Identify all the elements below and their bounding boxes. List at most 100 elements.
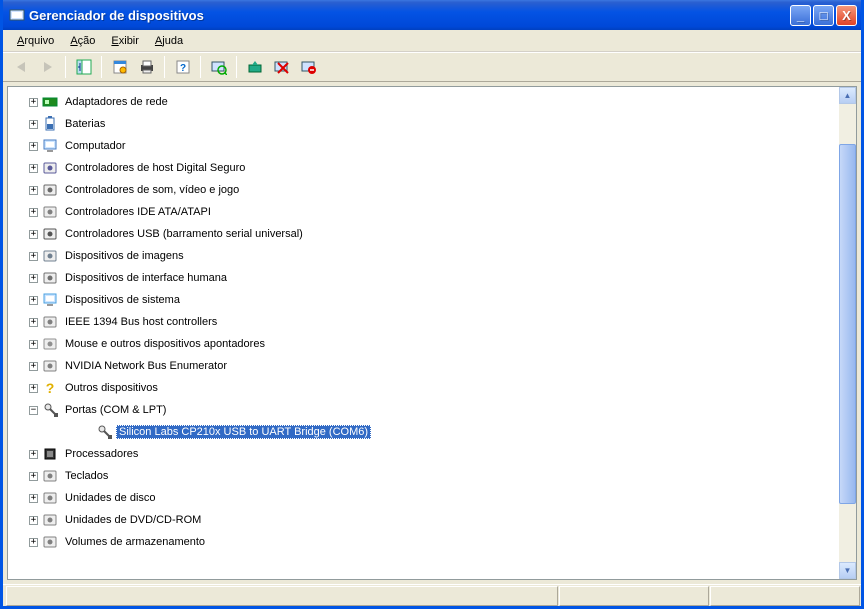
expander-icon[interactable]: + [29,472,38,481]
tree-node[interactable]: + Controladores de host Digital Seguro [16,157,839,179]
tree-node[interactable]: + Baterias [16,113,839,135]
tree-node-label: NVIDIA Network Bus Enumerator [62,359,230,373]
scroll-track[interactable] [839,104,856,562]
tree-node[interactable]: + NVIDIA Network Bus Enumerator [16,355,839,377]
toolbar-forward-button [36,56,59,78]
keyboard-icon [42,468,58,484]
scroll-down-button[interactable]: ▼ [839,562,856,579]
expander-icon[interactable]: + [29,120,38,129]
tree-node[interactable]: + Controladores USB (barramento serial un… [16,223,839,245]
tree-node-label: Controladores USB (barramento serial uni… [62,227,306,241]
tree-node-label: Dispositivos de imagens [62,249,187,263]
menu-arquivo[interactable]: Arquivo [9,33,62,49]
device-manager-window: Gerenciador de dispositivos _ □ X Arquiv… [0,0,864,609]
expander-icon[interactable]: + [29,252,38,261]
toolbar-update-driver-button[interactable] [243,56,266,78]
toolbar-separator [236,56,237,78]
tree-node-label: Controladores IDE ATA/ATAPI [62,205,214,219]
toolbar-separator [101,56,102,78]
titlebar[interactable]: Gerenciador de dispositivos _ □ X [3,0,861,30]
tree-node[interactable]: + Controladores IDE ATA/ATAPI [16,201,839,223]
toolbar-properties-button[interactable] [108,56,131,78]
tree-node[interactable]: +Dispositivos de sistema [16,289,839,311]
expander-icon[interactable]: − [29,406,38,415]
sound-icon [42,182,58,198]
menu-ajuda[interactable]: Ajuda [147,33,191,49]
expander-icon[interactable]: + [29,208,38,217]
tree-node[interactable]: + Processadores [16,443,839,465]
port-icon [96,424,112,440]
tree-node[interactable]: + Controladores de som, vídeo e jogo [16,179,839,201]
toolbar-uninstall-button[interactable] [297,56,320,78]
expander-icon[interactable]: + [29,516,38,525]
tree-node[interactable]: +Mouse e outros dispositivos apontadores [16,333,839,355]
imaging-icon [42,248,58,264]
tree-node[interactable]: + Volumes de armazenamento [16,531,839,553]
tree-node[interactable]: +Teclados [16,465,839,487]
toolbar-disable-button[interactable] [270,56,293,78]
device-tree[interactable]: + Adaptadores de rede + Baterias + Computador… [8,87,839,579]
expander-icon[interactable]: + [29,164,38,173]
tree-container: + Adaptadores de rede + Baterias + Computador… [7,86,857,580]
tree-node-label: Volumes de armazenamento [62,535,208,549]
expander-icon[interactable]: + [29,186,38,195]
expander-icon[interactable]: + [29,98,38,107]
expander-icon[interactable]: + [29,450,38,459]
nvidia-icon [42,358,58,374]
tree-node[interactable]: + IEEE 1394 Bus host controllers [16,311,839,333]
menu-acao[interactable]: Ação [62,33,103,49]
expander-icon[interactable]: + [29,318,38,327]
tree-node-label: IEEE 1394 Bus host controllers [62,315,220,329]
toolbar-help-button[interactable]: ? [171,56,194,78]
window-controls: _ □ X [790,5,857,26]
tree-node-label: Portas (COM & LPT) [62,403,169,417]
tree-node[interactable]: +?Outros dispositivos [16,377,839,399]
expander-icon[interactable]: + [29,494,38,503]
tree-node[interactable]: − Portas (COM & LPT) [16,399,839,421]
content-area: + Adaptadores de rede + Baterias + Computador… [5,84,859,582]
svg-text:?: ? [179,63,185,74]
dvd-icon [42,512,58,528]
close-button[interactable]: X [836,5,857,26]
tree-node-label: Processadores [62,447,141,461]
tree-node-label: Adaptadores de rede [62,95,171,109]
expander-icon[interactable]: + [29,538,38,547]
svg-text:?: ? [46,380,55,396]
tree-node[interactable]: + Computador [16,135,839,157]
toolbar-print-button[interactable] [135,56,158,78]
battery-icon [42,116,58,132]
scroll-thumb[interactable] [839,144,856,504]
tree-node[interactable]: +Unidades de DVD/CD-ROM [16,509,839,531]
unknown-device-icon: ? [42,380,58,396]
tree-node-label: Controladores de host Digital Seguro [62,161,248,175]
mouse-icon [42,336,58,352]
expander-icon[interactable]: + [29,142,38,151]
tree-node[interactable]: + Adaptadores de rede [16,91,839,113]
system-device-icon [42,292,58,308]
tree-node-label: Computador [62,139,129,153]
vertical-scrollbar[interactable]: ▲ ▼ [839,87,856,579]
maximize-button[interactable]: □ [813,5,834,26]
tree-node[interactable]: + Dispositivos de imagens [16,245,839,267]
expander-icon[interactable]: + [29,340,38,349]
expander-icon[interactable]: + [29,296,38,305]
status-cell-3 [710,586,860,606]
expander-icon[interactable]: + [29,274,38,283]
expander-icon[interactable]: + [29,230,38,239]
tree-child-node[interactable]: Silicon Labs CP210x USB to UART Bridge (… [16,421,839,443]
minimize-button[interactable]: _ [790,5,811,26]
processor-icon [42,446,58,462]
toolbar-scan-hardware-button[interactable] [207,56,230,78]
tree-node[interactable]: +Dispositivos de interface humana [16,267,839,289]
tree-node-label: Baterias [62,117,108,131]
tree-node-label: Controladores de som, vídeo e jogo [62,183,242,197]
tree-node-label: Silicon Labs CP210x USB to UART Bridge (… [116,425,371,439]
scroll-up-button[interactable]: ▲ [839,87,856,104]
tree-node[interactable]: +Unidades de disco [16,487,839,509]
storage-volume-icon [42,534,58,550]
expander-icon[interactable]: + [29,362,38,371]
expander-icon[interactable]: + [29,384,38,393]
menu-exibir[interactable]: Exibir [103,33,147,49]
toolbar-show-hide-tree-button[interactable] [72,56,95,78]
app-icon [9,7,25,23]
